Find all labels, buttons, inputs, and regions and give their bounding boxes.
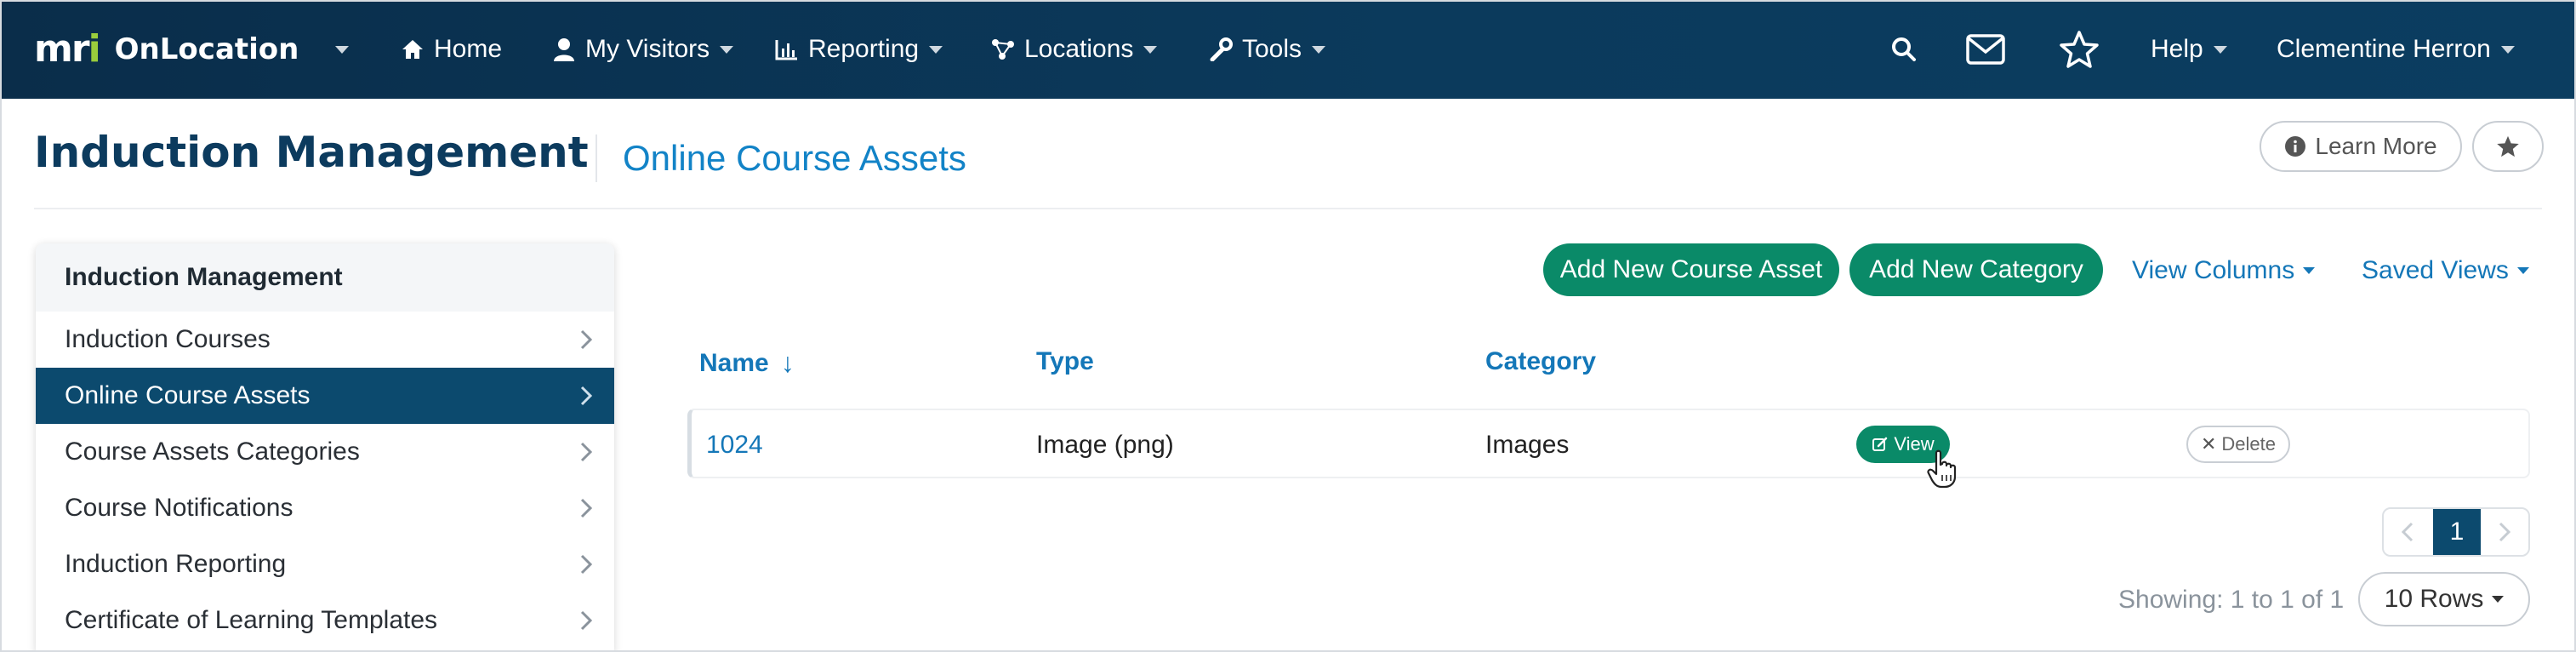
chevron-right-icon (580, 498, 592, 518)
chevron-down-icon (2303, 267, 2316, 274)
sidebar: Induction Management Induction Courses O… (36, 243, 614, 652)
nav-my-visitors[interactable]: My Visitors (551, 31, 734, 68)
nav-my-visitors-label: My Visitors (585, 35, 710, 63)
messages-button[interactable] (1962, 26, 2009, 73)
view-columns-label: View Columns (2132, 256, 2295, 284)
sidebar-item-label: Online Course Assets (65, 381, 311, 409)
page-subtitle: Online Course Assets (623, 138, 966, 178)
learn-more-button[interactable]: Learn More (2260, 121, 2462, 172)
help-menu[interactable]: Help (2151, 31, 2227, 68)
sidebar-item-label: Induction Courses (65, 325, 271, 353)
mri-logo-mark: mri (34, 27, 101, 71)
header-divider (34, 208, 2542, 209)
nav-reporting-label: Reporting (808, 35, 920, 63)
app-logo[interactable]: mri OnLocation (34, 29, 299, 70)
nav-home-label: Home (434, 35, 503, 63)
edit-icon (1872, 436, 1889, 453)
nav-reporting[interactable]: Reporting (774, 31, 943, 68)
asset-type: Image (png) (1036, 431, 1174, 459)
view-columns-dropdown[interactable]: View Columns (2132, 252, 2316, 289)
app-name: OnLocation (114, 32, 299, 66)
chevron-down-icon (2516, 267, 2529, 274)
sort-descending-icon: ↓ (780, 347, 795, 378)
star-icon (2497, 135, 2519, 157)
page-title: Induction Management (34, 128, 589, 177)
add-category-button[interactable]: Add New Category (1849, 243, 2103, 296)
favorites-button[interactable] (2055, 26, 2103, 73)
delete-button[interactable]: ✕ Delete (2186, 426, 2290, 463)
column-header-category[interactable]: Category (1485, 347, 1596, 376)
rows-per-page-label: 10 Rows (2384, 585, 2484, 613)
user-name: Clementine Herron (2277, 35, 2491, 63)
envelope-icon (1966, 34, 2005, 65)
learn-more-label: Learn More (2315, 133, 2437, 159)
chevron-right-icon (580, 442, 592, 462)
nav-locations[interactable]: Locations (990, 31, 1158, 68)
asset-name-link[interactable]: 1024 (706, 431, 763, 460)
sidebar-item-label: Induction Reporting (65, 550, 287, 578)
saved-views-dropdown[interactable]: Saved Views (2362, 252, 2529, 289)
chevron-right-icon (580, 610, 592, 631)
star-icon (2060, 31, 2099, 68)
search-button[interactable] (1880, 26, 1928, 73)
chevron-down-icon (2500, 45, 2515, 54)
chevron-left-icon (2402, 522, 2414, 542)
previous-page-button[interactable] (2384, 509, 2431, 555)
nav-home[interactable]: Home (400, 31, 512, 68)
title-divider (596, 134, 597, 182)
sidebar-heading: Induction Management (36, 243, 614, 312)
chevron-right-icon (580, 329, 592, 350)
chevron-right-icon (580, 554, 592, 575)
top-nav-bar: mri OnLocation Home My Visitors Reportin… (0, 0, 2576, 99)
asset-category: Images (1485, 431, 1570, 459)
close-icon: ✕ (2200, 433, 2217, 455)
current-page[interactable]: 1 (2433, 509, 2481, 555)
sidebar-item-induction-reporting[interactable]: Induction Reporting (36, 536, 614, 592)
info-icon (2284, 135, 2306, 157)
app-switcher-caret[interactable] (335, 46, 349, 54)
chevron-down-icon (720, 45, 734, 54)
chevron-down-icon (2492, 596, 2505, 603)
results-count: Showing: 1 to 1 of 1 (2118, 586, 2345, 614)
nav-tools-label: Tools (1242, 35, 1302, 63)
sidebar-item-induction-courses[interactable]: Induction Courses (36, 312, 614, 368)
next-page-button[interactable] (2481, 509, 2528, 555)
search-icon (1892, 37, 1916, 61)
column-header-name[interactable]: Name ↓ (699, 347, 795, 379)
sidebar-item-label: Course Assets Categories (65, 438, 360, 466)
network-icon (990, 37, 1016, 62)
sidebar-item-certificate-templates[interactable]: Certificate of Learning Templates (36, 592, 614, 649)
sidebar-item-course-assets-categories[interactable]: Course Assets Categories (36, 424, 614, 480)
hand-pointer-cursor (1927, 449, 1957, 489)
chevron-down-icon (929, 45, 943, 54)
pagination: 1 (2382, 507, 2530, 557)
favorite-page-button[interactable] (2472, 121, 2544, 172)
sidebar-item-course-notifications[interactable]: Course Notifications (36, 480, 614, 536)
sidebar-item-online-course-assets[interactable]: Online Course Assets (36, 368, 614, 424)
column-header-label: Category (1485, 347, 1597, 375)
rows-per-page-dropdown[interactable]: 10 Rows (2358, 572, 2530, 626)
user-menu[interactable]: Clementine Herron (2277, 31, 2515, 68)
sidebar-item-label: Certificate of Learning Templates (65, 606, 438, 634)
nav-locations-label: Locations (1024, 35, 1134, 63)
chevron-down-icon (1143, 45, 1158, 54)
column-header-type[interactable]: Type (1036, 347, 1094, 376)
column-header-label: Name (699, 348, 769, 377)
user-icon (551, 37, 577, 62)
nav-tools[interactable]: Tools (1208, 31, 1326, 68)
bar-chart-icon (774, 37, 800, 62)
sidebar-item-label: Course Notifications (65, 494, 294, 522)
chevron-right-icon (2499, 522, 2510, 542)
home-icon (400, 37, 425, 62)
column-header-label: Type (1036, 347, 1094, 375)
delete-label: Delete (2221, 433, 2277, 455)
chevron-right-icon (580, 386, 592, 406)
add-course-asset-button[interactable]: Add New Course Asset (1543, 243, 1839, 296)
wrench-icon (1208, 37, 1234, 62)
chevron-down-icon (2213, 45, 2227, 54)
saved-views-label: Saved Views (2362, 256, 2509, 284)
chevron-down-icon (1312, 45, 1326, 54)
help-label: Help (2151, 35, 2203, 63)
